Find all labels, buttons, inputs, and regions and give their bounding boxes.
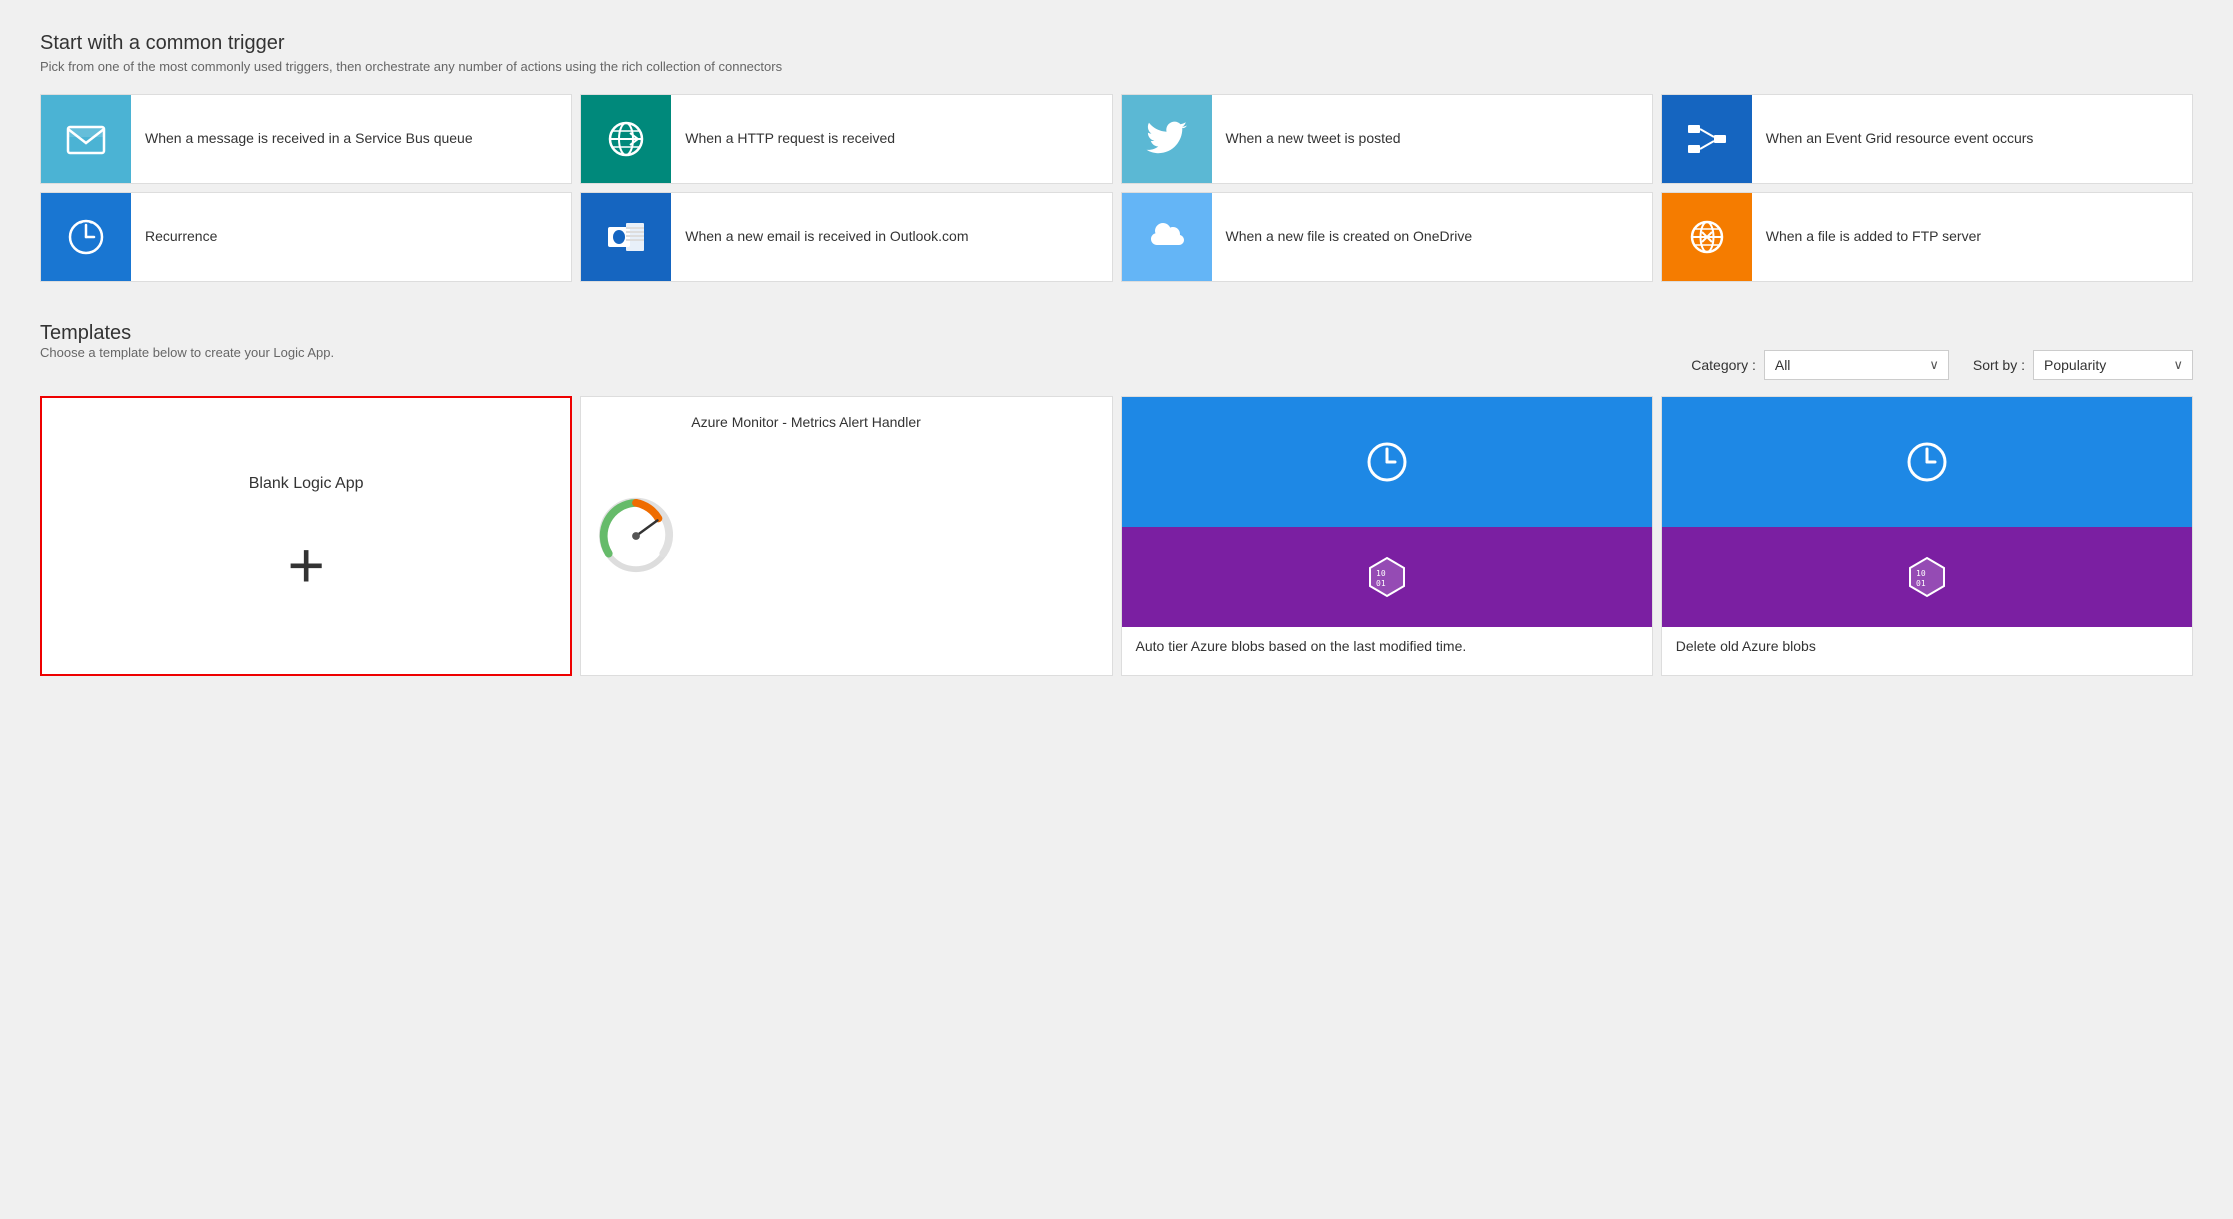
delete-blobs-clock-icon <box>1902 437 1952 487</box>
template-blank-logic-app[interactable]: Blank Logic App + <box>40 396 572 676</box>
template-azure-monitor[interactable]: Azure Monitor - Metrics Alert Handler <box>580 396 1112 676</box>
template-delete-blobs[interactable]: 10 01 Delete old Azure blobs <box>1661 396 2193 676</box>
triggers-section: Start with a common trigger Pick from on… <box>40 32 2193 282</box>
sort-select[interactable]: Popularity Name Date <box>2033 350 2193 380</box>
auto-tier-top-icon <box>1122 397 1652 527</box>
http-icon <box>604 117 648 161</box>
auto-tier-title: Auto tier Azure blobs based on the last … <box>1136 638 1467 654</box>
twitter-label: When a new tweet is posted <box>1212 121 1415 157</box>
http-icon-box <box>581 94 671 184</box>
category-label: Category : <box>1691 357 1756 373</box>
recurrence-icon-box <box>41 192 131 282</box>
triggers-subtitle: Pick from one of the most commonly used … <box>40 59 2193 74</box>
sort-label: Sort by : <box>1973 357 2025 373</box>
delete-blobs-title: Delete old Azure blobs <box>1676 638 1816 654</box>
svg-text:10: 10 <box>1376 569 1386 578</box>
eventgrid-label: When an Event Grid resource event occurs <box>1752 121 2048 157</box>
ftp-icon-box <box>1662 192 1752 282</box>
triggers-grid: When a message is received in a Service … <box>40 94 2193 282</box>
outlook-icon <box>604 215 648 259</box>
trigger-ftp[interactable]: When a file is added to FTP server <box>1661 192 2193 282</box>
outlook-label: When a new email is received in Outlook.… <box>671 219 982 255</box>
templates-grid: Blank Logic App + <box>40 396 2193 676</box>
templates-subtitle: Choose a template below to create your L… <box>40 345 334 360</box>
onedrive-icon-box <box>1122 192 1212 282</box>
category-select-wrapper[interactable]: All Featured AI + Machine Learning Analy… <box>1764 350 1949 380</box>
trigger-twitter[interactable]: When a new tweet is posted <box>1121 94 1653 184</box>
eventgrid-icon-box <box>1662 94 1752 184</box>
monitor-card-title: Azure Monitor - Metrics Alert Handler <box>691 414 921 430</box>
templates-section: Templates Choose a template below to cre… <box>40 322 2193 676</box>
recurrence-icon <box>64 215 108 259</box>
servicebus-icon <box>64 117 108 161</box>
trigger-outlook[interactable]: When a new email is received in Outlook.… <box>580 192 1112 282</box>
trigger-http[interactable]: When a HTTP request is received <box>580 94 1112 184</box>
auto-tier-label: Auto tier Azure blobs based on the last … <box>1122 627 1652 675</box>
auto-tier-bottom-icon: 10 01 <box>1122 527 1652 627</box>
ftp-icon <box>1685 215 1729 259</box>
sort-select-wrapper[interactable]: Popularity Name Date <box>2033 350 2193 380</box>
onedrive-icon <box>1145 215 1189 259</box>
onedrive-label: When a new file is created on OneDrive <box>1212 219 1487 255</box>
twitter-icon <box>1145 117 1189 161</box>
svg-text:01: 01 <box>1916 579 1926 588</box>
monitor-text-area: Azure Monitor - Metrics Alert Handler <box>691 397 937 449</box>
servicebus-icon-box <box>41 94 131 184</box>
triggers-title: Start with a common trigger <box>40 32 2193 55</box>
delete-blobs-bottom-icon: 10 01 <box>1662 527 2192 627</box>
templates-header: Templates Choose a template below to cre… <box>40 322 2193 380</box>
twitter-icon-box <box>1122 94 1212 184</box>
auto-tier-blob-icon: 10 01 <box>1362 552 1412 602</box>
monitor-icon-area <box>581 397 691 675</box>
trigger-servicebus[interactable]: When a message is received in a Service … <box>40 94 572 184</box>
recurrence-label: Recurrence <box>131 219 231 255</box>
category-select[interactable]: All Featured AI + Machine Learning Analy… <box>1764 350 1949 380</box>
trigger-eventgrid[interactable]: When an Event Grid resource event occurs <box>1661 94 2193 184</box>
templates-title-block: Templates Choose a template below to cre… <box>40 322 334 380</box>
templates-filters: Category : All Featured AI + Machine Lea… <box>1691 350 2193 380</box>
trigger-recurrence[interactable]: Recurrence <box>40 192 572 282</box>
blank-card-title: Blank Logic App <box>249 475 364 493</box>
auto-tier-clock-icon <box>1362 437 1412 487</box>
ftp-label: When a file is added to FTP server <box>1752 219 1995 255</box>
svg-text:10: 10 <box>1916 569 1926 578</box>
delete-blobs-top-icon <box>1662 397 2192 527</box>
sort-filter: Sort by : Popularity Name Date <box>1973 350 2193 380</box>
delete-blobs-blob-icon: 10 01 <box>1902 552 1952 602</box>
templates-title: Templates <box>40 322 334 345</box>
eventgrid-icon <box>1685 117 1729 161</box>
svg-text:01: 01 <box>1376 579 1386 588</box>
trigger-onedrive[interactable]: When a new file is created on OneDrive <box>1121 192 1653 282</box>
template-auto-tier[interactable]: 10 01 Auto tier Azure blobs based on the… <box>1121 396 1653 676</box>
monitor-gauge-icon <box>597 496 675 576</box>
delete-blobs-label: Delete old Azure blobs <box>1662 627 2192 675</box>
outlook-icon-box <box>581 192 671 282</box>
http-label: When a HTTP request is received <box>671 121 909 157</box>
plus-icon: + <box>287 533 324 597</box>
servicebus-label: When a message is received in a Service … <box>131 121 487 157</box>
category-filter: Category : All Featured AI + Machine Lea… <box>1691 350 1949 380</box>
